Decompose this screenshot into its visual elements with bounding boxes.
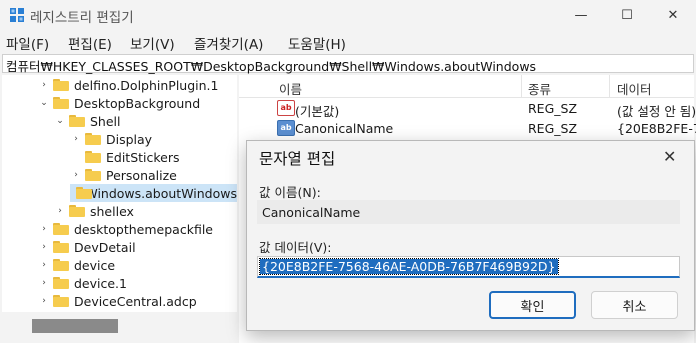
- tree-item-desktopbackground[interactable]: ⌄ DesktopBackground: [38, 94, 200, 112]
- tree-item-label: DesktopBackground: [74, 95, 201, 111]
- folder-icon: [53, 79, 69, 91]
- chevron-right-icon[interactable]: ›: [38, 278, 50, 288]
- value-name-field: CanonicalName: [257, 200, 680, 224]
- menu-file[interactable]: 파일(F): [6, 33, 49, 53]
- value-data: (값 설정 안 됨): [617, 104, 696, 119]
- tree-item-label: Windows.aboutWindows: [85, 185, 237, 201]
- scrollbar-thumb[interactable]: [32, 319, 118, 333]
- folder-icon: [53, 295, 69, 307]
- menu-bar: 파일(F) 편집(E) 보기(V) 즐겨찾기(A) 도움말(H): [0, 30, 696, 54]
- value-data-input[interactable]: {20E8B2FE-7568-46AE-A0DB-76B7F469B92D}: [257, 256, 680, 278]
- column-name[interactable]: 이름: [279, 79, 302, 98]
- chevron-right-icon[interactable]: ›: [38, 80, 50, 90]
- folder-icon: [53, 259, 69, 271]
- column-divider[interactable]: [521, 75, 522, 97]
- menu-help[interactable]: 도움말(H): [288, 33, 346, 53]
- chevron-right-icon[interactable]: ›: [70, 134, 82, 144]
- value-data-label: 값 데이터(V):: [259, 240, 332, 255]
- ok-button[interactable]: 확인: [489, 291, 576, 319]
- value-name-label: 값 이름(N):: [259, 185, 321, 200]
- chevron-down-icon[interactable]: ⌄: [54, 116, 66, 126]
- tree-item-windows-aboutwindows[interactable]: Windows.aboutWindows: [70, 184, 237, 202]
- folder-icon: [53, 223, 69, 235]
- menu-favorites[interactable]: 즐겨찾기(A): [194, 33, 263, 53]
- folder-icon: [53, 277, 69, 289]
- string-value-icon: ab: [277, 120, 295, 136]
- column-type[interactable]: 종류: [528, 79, 551, 98]
- list-header: 이름 종류 데이터: [239, 75, 694, 98]
- tree-item-device[interactable]: › device: [38, 256, 115, 274]
- chevron-right-icon[interactable]: ›: [38, 296, 50, 306]
- registry-editor-app-icon: [10, 8, 24, 22]
- folder-icon: [53, 97, 69, 109]
- close-icon: ✕: [667, 7, 679, 23]
- tree-item-delfino[interactable]: › delfino.DolphinPlugin.1: [38, 76, 218, 94]
- close-icon[interactable]: ✕: [663, 147, 676, 166]
- value-name-text: CanonicalName: [262, 205, 361, 220]
- chevron-right-icon[interactable]: ›: [70, 170, 82, 180]
- list-row[interactable]: ab (기본값) REG_SZ (값 설정 안 됨): [239, 99, 696, 119]
- folder-icon: [69, 115, 85, 127]
- menu-edit[interactable]: 편집(E): [68, 33, 112, 53]
- tree-item-shellex[interactable]: › shellex: [54, 202, 134, 220]
- tree-item-devicecentral[interactable]: › DeviceCentral.adcp: [38, 292, 197, 310]
- folder-icon: [85, 133, 101, 145]
- tree-item-label: DevDetail: [74, 239, 136, 255]
- tree-item-label: EditStickers: [106, 149, 180, 165]
- tree-item-label: DeviceCentral.adcp: [74, 293, 197, 309]
- folder-icon: [85, 151, 101, 163]
- value-type: REG_SZ: [528, 121, 578, 136]
- folder-icon: [76, 187, 93, 199]
- cancel-button[interactable]: 취소: [591, 291, 678, 319]
- tree-item-devdetail[interactable]: › DevDetail: [38, 238, 136, 256]
- value-data-text[interactable]: {20E8B2FE-7568-46AE-A0DB-76B7F469B92D}: [259, 258, 559, 275]
- value-name: (기본값): [295, 104, 340, 119]
- list-row[interactable]: ab CanonicalName REG_SZ {20E8B2FE-756: [239, 119, 696, 137]
- tree-item-label: device: [74, 257, 116, 273]
- tree-item-label: delfino.DolphinPlugin.1: [74, 77, 219, 93]
- column-data[interactable]: 데이터: [617, 79, 652, 98]
- folder-icon: [85, 169, 101, 181]
- value-data: {20E8B2FE-756: [617, 121, 696, 136]
- tree-item-label: device.1: [74, 275, 127, 291]
- column-divider[interactable]: [609, 75, 610, 97]
- folder-icon: [53, 241, 69, 253]
- chevron-right-icon[interactable]: ›: [54, 206, 66, 216]
- tree-item-personalize[interactable]: › Personalize: [70, 166, 177, 184]
- chevron-right-icon[interactable]: ›: [38, 242, 50, 252]
- tree-item-desktopthemepackfile[interactable]: › desktopthemepackfile: [38, 220, 213, 238]
- title-bar: 레지스트리 편집기 — ☐ ✕: [0, 0, 696, 30]
- tree-item-editstickers[interactable]: EditStickers: [70, 148, 180, 166]
- tree-item-label: desktopthemepackfile: [74, 221, 213, 237]
- maximize-icon: ☐: [621, 7, 633, 23]
- maximize-button[interactable]: ☐: [604, 0, 650, 30]
- tree-item-label: Display: [106, 131, 153, 147]
- tree-item-label: shellex: [90, 203, 134, 219]
- address-path[interactable]: 컴퓨터₩HKEY_CLASSES_ROOT₩DesktopBackground₩…: [6, 56, 536, 75]
- tree-item-device-1[interactable]: › device.1: [38, 274, 127, 292]
- chevron-right-icon[interactable]: ›: [38, 260, 50, 270]
- key-tree-pane[interactable]: › delfino.DolphinPlugin.1 ⌄ DesktopBackgro…: [2, 75, 237, 343]
- tree-item-display[interactable]: › Display: [70, 130, 152, 148]
- edit-string-dialog: 문자열 편집 ✕ 값 이름(N): CanonicalName 값 데이터(V)…: [246, 140, 695, 331]
- close-window-button[interactable]: ✕: [650, 0, 696, 30]
- tree-item-label: Shell: [90, 113, 121, 129]
- chevron-down-icon[interactable]: ⌄: [38, 98, 50, 108]
- value-type: REG_SZ: [528, 101, 578, 116]
- minimize-button[interactable]: —: [558, 0, 604, 30]
- folder-icon: [69, 205, 85, 217]
- tree-item-shell[interactable]: ⌄ Shell: [54, 112, 121, 130]
- menu-view[interactable]: 보기(V): [130, 33, 175, 53]
- minimize-icon: —: [574, 7, 588, 23]
- address-bar[interactable]: 컴퓨터₩HKEY_CLASSES_ROOT₩DesktopBackground₩…: [2, 54, 694, 75]
- tree-item-label: Personalize: [106, 167, 177, 183]
- string-value-icon: ab: [277, 100, 295, 116]
- window-title: 레지스트리 편집기: [30, 10, 134, 26]
- chevron-right-icon[interactable]: ›: [38, 224, 50, 234]
- value-name: CanonicalName: [295, 121, 394, 136]
- dialog-title: 문자열 편집: [259, 150, 336, 168]
